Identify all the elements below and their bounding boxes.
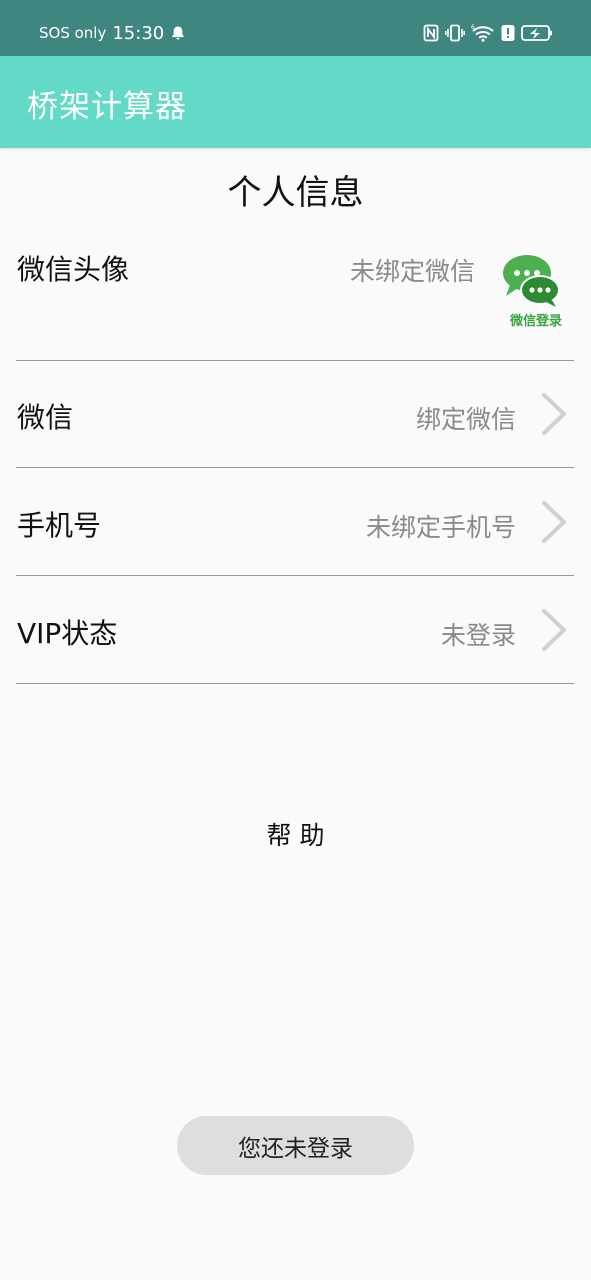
chevron-right-icon — [542, 393, 566, 435]
row-label-phone: 手机号 — [17, 509, 102, 542]
wechat-login-caption: 微信登录 — [509, 314, 562, 329]
status-left: SOS only 15:30 — [39, 22, 186, 44]
status-bar: SOS only 15:30 6 — [0, 0, 591, 56]
page-title: 个人信息 — [227, 173, 364, 213]
divider — [16, 360, 574, 361]
svg-text:6: 6 — [471, 24, 475, 31]
divider — [16, 683, 574, 684]
wifi-icon: 6 — [471, 24, 495, 42]
nfc-icon — [423, 24, 439, 42]
vibrate-icon — [445, 24, 465, 42]
row-label-wechat: 微信 — [17, 401, 74, 434]
alert-icon — [501, 24, 515, 42]
battery-charging-icon — [521, 24, 553, 42]
row-label-vip-status: VIP状态 — [17, 617, 118, 650]
wechat-login-button[interactable]: 微信登录 — [500, 254, 572, 330]
wechat-icon — [503, 255, 560, 307]
divider — [16, 575, 574, 576]
help-link[interactable]: 帮助 — [0, 816, 591, 852]
row-value-vip-status: 未登录 — [440, 621, 516, 650]
divider — [16, 467, 574, 468]
row-label-wechat-avatar: 微信头像 — [17, 253, 130, 286]
status-right: 6 — [423, 22, 553, 44]
chevron-right-icon — [542, 609, 566, 651]
app-bar: 桥架计算器 — [0, 56, 591, 148]
login-status-toast: 您还未登录 — [177, 1116, 414, 1175]
chevron-right-icon — [542, 501, 566, 543]
app-title: 桥架计算器 — [27, 89, 187, 125]
clock: 15:30 — [112, 22, 165, 44]
row-value-wechat: 绑定微信 — [415, 405, 516, 434]
bell-icon — [170, 25, 186, 41]
row-value-wechat-avatar: 未绑定微信 — [349, 257, 475, 286]
carrier-text: SOS only — [39, 24, 107, 42]
row-value-phone: 未绑定手机号 — [365, 513, 516, 542]
